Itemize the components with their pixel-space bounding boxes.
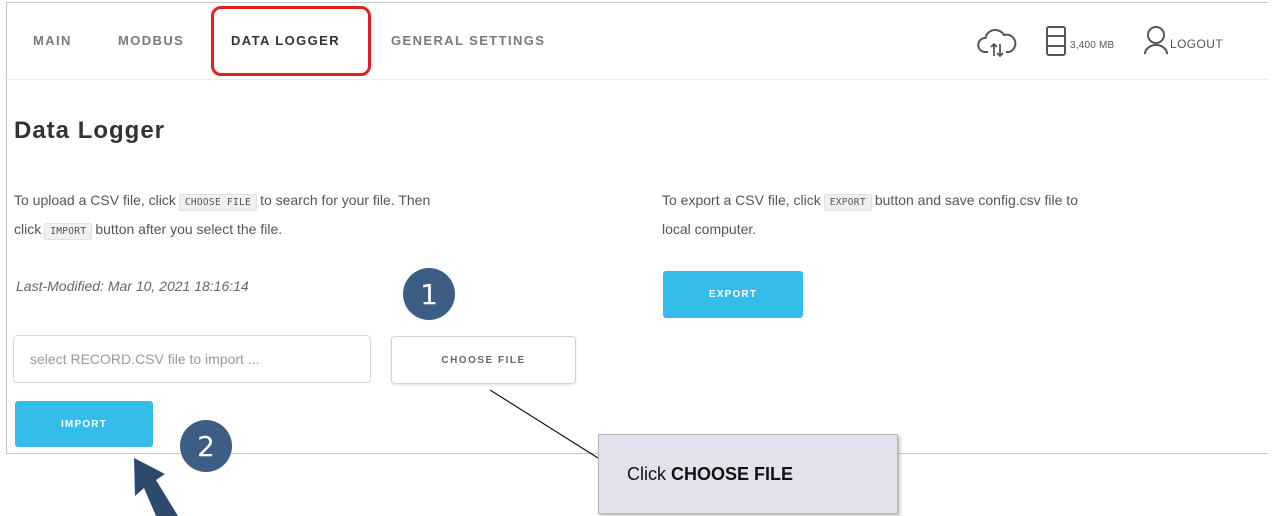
storage-size: 3,400 MB [1070,40,1115,51]
instruction-callout: Click CHOOSE FILE [598,434,898,514]
page-title: Data Logger [14,117,166,144]
app-window: MAIN MODBUS DATA LOGGER GENERAL SETTINGS… [6,2,1268,454]
active-tab-highlight [211,6,371,76]
callout-bold-text: CHOOSE FILE [671,463,794,484]
choose-file-button[interactable]: CHOOSE FILE [391,336,576,384]
cloud-sync-icon[interactable] [977,23,1017,68]
export-text: To export a CSV file, click [662,192,821,208]
import-button[interactable]: IMPORT [15,401,153,447]
tab-modbus[interactable]: MODBUS [118,33,184,48]
tab-main[interactable]: MAIN [33,33,72,48]
step-1-badge: 1 [403,268,455,320]
callout-prefix: Click [627,463,666,484]
cursor-arrow-icon [134,458,178,516]
export-text: button and save config.csv file to [874,192,1078,208]
upload-text: to search for your file. Then [260,192,431,208]
export-text: local computer. [662,221,757,237]
upload-text: button after you select the file. [95,221,283,237]
sd-card-icon [1045,25,1067,62]
logout-link[interactable]: LOGOUT [1170,37,1223,51]
top-navigation-bar: MAIN MODBUS DATA LOGGER GENERAL SETTINGS… [7,3,1268,80]
export-code: EXPORT [823,194,872,211]
file-path-input[interactable] [13,335,371,383]
tab-general-settings[interactable]: GENERAL SETTINGS [391,33,545,48]
step-2-badge: 2 [180,420,232,472]
last-modified-text: Last-Modified: Mar 10, 2021 18:16:14 [16,278,249,294]
upload-instructions: To upload a CSV file, click CHOOSE FILE to… [14,187,614,245]
export-instructions: To export a CSV file, click EXPORT button … [662,187,1262,242]
choose-file-code: CHOOSE FILE [178,194,258,211]
user-icon[interactable] [1143,25,1169,60]
export-button[interactable]: EXPORT [663,271,803,318]
upload-text: click [14,221,42,237]
import-code: IMPORT [44,223,93,240]
upload-text: To upload a CSV file, click [14,192,176,208]
